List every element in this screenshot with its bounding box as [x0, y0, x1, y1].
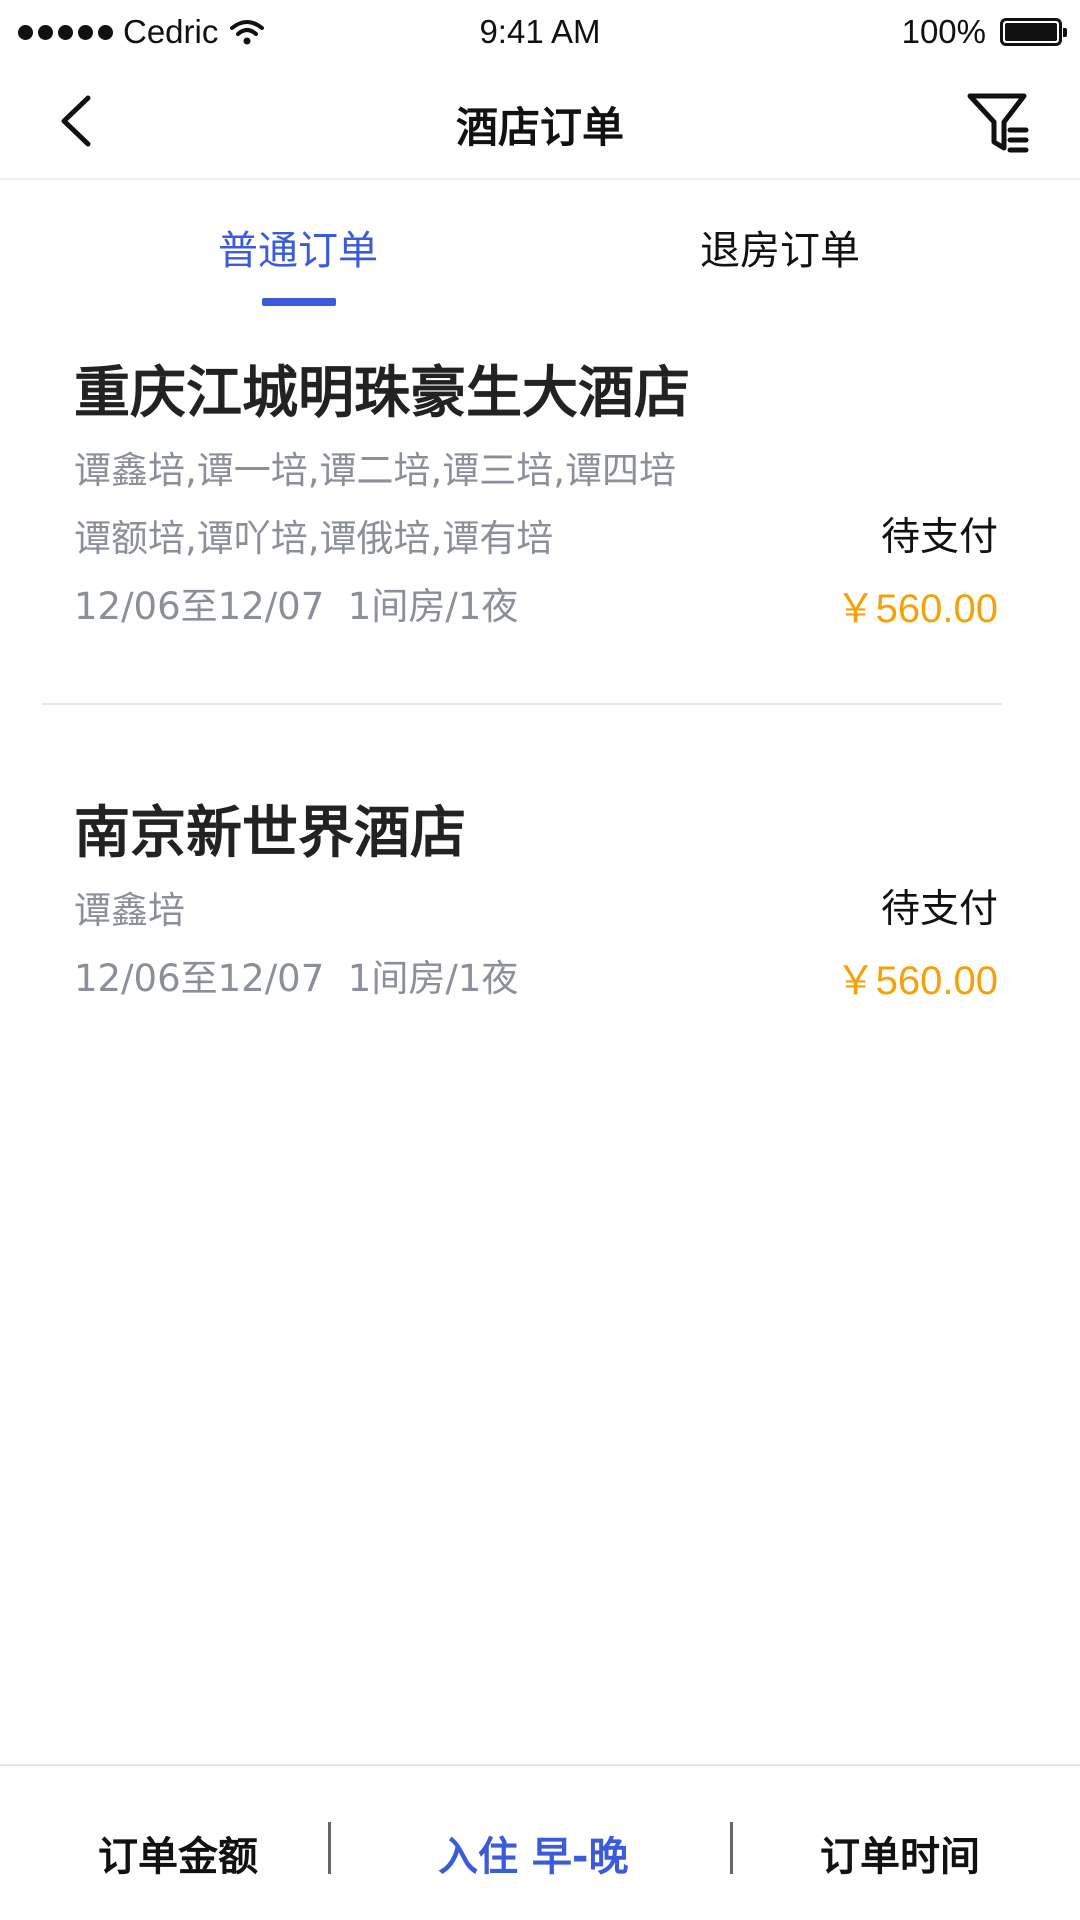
stay-dates: 12/06至12/07 1间房/1夜 — [74, 948, 518, 1002]
hotel-name: 南京新世界酒店 — [74, 801, 466, 866]
order-status: 待支付 — [880, 887, 998, 932]
stay-dates: 12/06至12/07 1间房/1夜 — [74, 576, 518, 630]
hotel-orders-page: Cedric 9:41 AM 100% 酒店订单 普通订单 退房订单 重庆江城明… — [0, 0, 1080, 1920]
page-title: 酒店订单 — [455, 103, 624, 152]
status-bar-right: 100% — [901, 13, 1067, 51]
room-nights: 1间房/1夜 — [347, 585, 519, 628]
separator — [730, 1822, 733, 1874]
guest-names: 谭鑫培,谭一培,谭二培,谭三培,谭四培 — [74, 449, 677, 492]
order-status: 待支付 — [880, 515, 998, 560]
wifi-icon — [230, 20, 265, 45]
hotel-name: 重庆江城明珠豪生大酒店 — [74, 361, 690, 426]
tab-normal-orders[interactable]: 普通订单 — [148, 218, 448, 276]
order-card[interactable]: 南京新世界酒店 谭鑫培 待支付 12/06至12/07 1间房/1夜 ￥560.… — [0, 780, 1080, 1010]
carrier-name: Cedric — [123, 13, 219, 50]
order-divider — [42, 703, 1002, 705]
order-card[interactable]: 重庆江城明珠豪生大酒店 谭鑫培,谭一培,谭二培,谭三培,谭四培 谭额培,谭吖培,… — [0, 340, 1080, 640]
order-price: ￥560.00 — [835, 959, 998, 1003]
tab-checkout-orders[interactable]: 退房订单 — [630, 218, 930, 276]
filter-icon[interactable] — [966, 86, 1030, 156]
date-range: 12/06至12/07 — [74, 957, 325, 1000]
guest-names: 谭鑫培 — [74, 889, 185, 932]
order-price: ￥560.00 — [835, 587, 998, 631]
battery-icon — [1000, 18, 1067, 46]
active-tab-indicator — [262, 298, 336, 306]
status-bar: Cedric 9:41 AM 100% — [0, 0, 1080, 64]
sort-by-amount-button[interactable]: 订单金额 — [98, 1824, 258, 1882]
status-bar-left: Cedric — [18, 13, 266, 51]
nav-bar: 酒店订单 — [0, 64, 1080, 180]
separator — [328, 1822, 331, 1874]
order-type-tabs: 普通订单 退房订单 — [0, 182, 1080, 312]
sort-by-checkin-button[interactable]: 入住 早-晚 — [438, 1824, 629, 1882]
sort-by-time-button[interactable]: 订单时间 — [820, 1824, 980, 1882]
signal-icon — [18, 24, 113, 40]
sort-bar: 订单金额 入住 早-晚 订单时间 — [0, 1764, 1080, 1920]
room-nights: 1间房/1夜 — [347, 957, 519, 1000]
date-range: 12/06至12/07 — [74, 585, 325, 628]
battery-percent: 100% — [901, 13, 986, 50]
guest-names: 谭额培,谭吖培,谭俄培,谭有培 — [74, 517, 554, 560]
